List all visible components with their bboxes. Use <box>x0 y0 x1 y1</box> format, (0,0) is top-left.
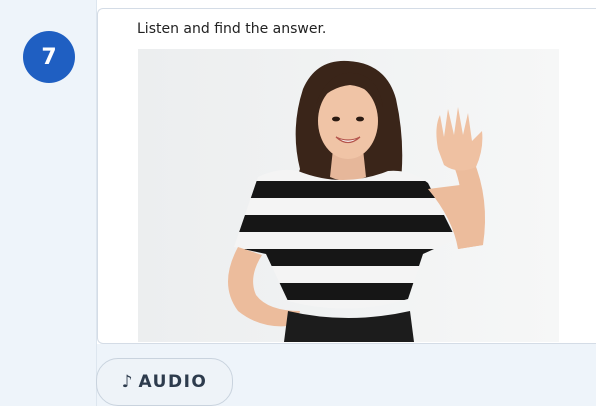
woman-waving-illustration <box>138 49 559 342</box>
audio-label: AUDIO <box>138 372 208 392</box>
music-note-icon: ♪ <box>121 371 133 392</box>
question-photo <box>138 49 559 342</box>
question-instruction: Listen and find the answer. <box>137 21 327 37</box>
question-page: 7 Listen and find the answer. ♪ AUDIO <box>0 0 596 406</box>
audio-button[interactable]: ♪ AUDIO <box>96 358 233 406</box>
question-number-badge: 7 <box>23 31 75 83</box>
question-number: 7 <box>41 44 57 70</box>
